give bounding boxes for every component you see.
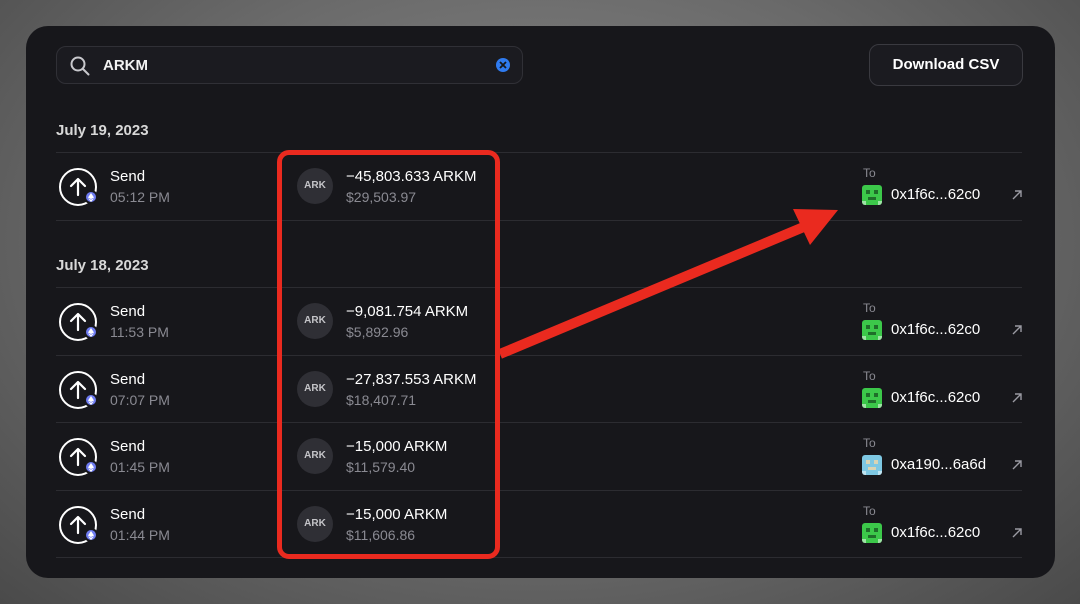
annotation-arrow <box>498 209 838 359</box>
